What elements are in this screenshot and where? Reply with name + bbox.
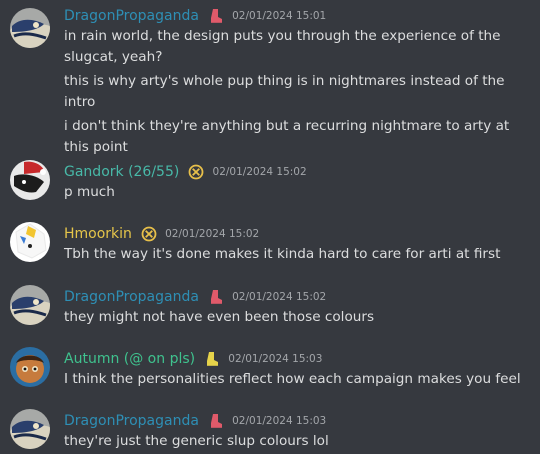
avatar[interactable]: [10, 285, 50, 325]
boot-icon: [208, 413, 224, 429]
username[interactable]: DragonPropaganda: [64, 413, 199, 429]
message-header: Gandork (26/55) 02/01/2024 15:02: [64, 160, 532, 182]
username[interactable]: Autumn (@ on pls): [64, 351, 195, 367]
circle-x-icon: [141, 226, 157, 242]
message-text: p much: [64, 184, 115, 200]
timestamp: 02/01/2024 15:02: [165, 227, 260, 240]
username[interactable]: Gandork (26/55): [64, 164, 179, 180]
boot-icon: [204, 351, 220, 367]
boot-icon: [208, 289, 224, 305]
username[interactable]: DragonPropaganda: [64, 289, 199, 305]
avatar[interactable]: [10, 160, 50, 200]
avatar[interactable]: [10, 347, 50, 387]
message-header: DragonPropaganda 02/01/2024 15:02: [64, 285, 532, 307]
avatar[interactable]: [10, 222, 50, 262]
timestamp: 02/01/2024 15:03: [232, 414, 327, 427]
message-text: I think the personalities reflect how ea…: [64, 371, 521, 387]
message-header: Hmoorkin 02/01/2024 15:02: [64, 222, 532, 244]
avatar[interactable]: [10, 409, 50, 449]
message-text: i don't think they're anything but a rec…: [64, 118, 510, 155]
message-text: this is why arty's whole pup thing is in…: [64, 73, 505, 110]
message-text: Tbh the way it's done makes it kinda har…: [64, 246, 501, 262]
circle-x-icon: [188, 164, 204, 180]
message-header: DragonPropaganda 02/01/2024 15:03: [64, 409, 532, 431]
message-text: they might not have even been those colo…: [64, 309, 375, 325]
timestamp: 02/01/2024 15:01: [232, 9, 327, 22]
timestamp: 02/01/2024 15:02: [232, 290, 327, 303]
timestamp: 02/01/2024 15:02: [212, 165, 307, 178]
username[interactable]: DragonPropaganda: [64, 8, 199, 24]
avatar[interactable]: [10, 8, 50, 48]
message-header: Autumn (@ on pls) 02/01/2024 15:03: [64, 347, 532, 369]
boot-icon: [208, 8, 224, 24]
message-text: they're just the generic slup colours lo…: [64, 433, 329, 449]
timestamp: 02/01/2024 15:03: [228, 352, 323, 365]
username[interactable]: Hmoorkin: [64, 226, 132, 242]
message-header: DragonPropaganda 02/01/2024 15:01: [64, 4, 532, 26]
message-text: in rain world, the design puts you throu…: [64, 28, 501, 65]
